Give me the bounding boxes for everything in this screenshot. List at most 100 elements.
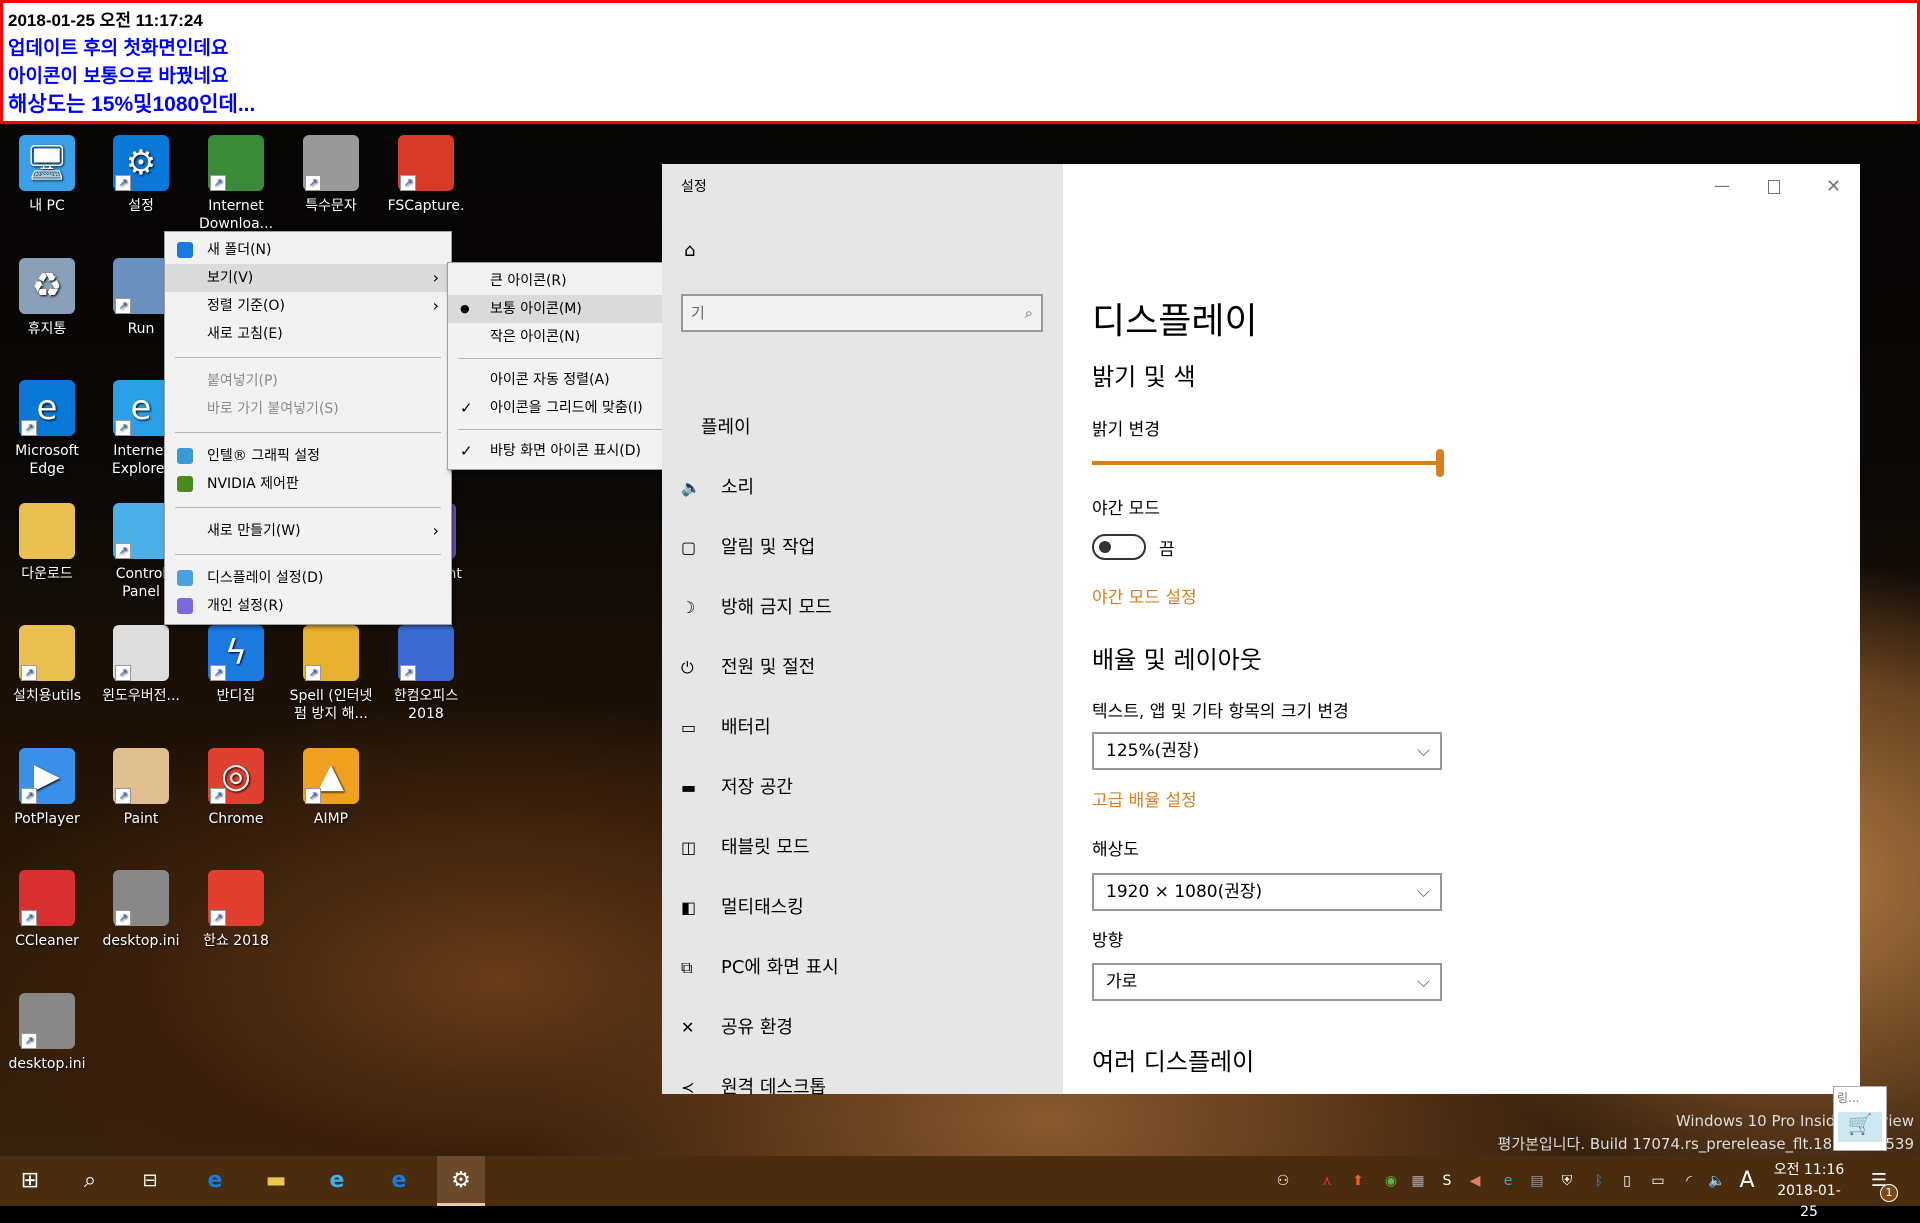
settings-nav-item[interactable]: ⧉ PC에 화면 표시: [681, 948, 839, 988]
muted-speaker-icon[interactable]: ◀: [1464, 1171, 1486, 1191]
settings-taskbar-icon[interactable]: ⚙: [437, 1156, 485, 1206]
people-icon[interactable]: ⚇: [1272, 1171, 1294, 1191]
nav-label: PC에 화면 표시: [721, 957, 839, 978]
desktop-icon[interactable]: ↗ CCleaner: [1, 870, 93, 950]
desktop-icon[interactable]: ⚙ ↗ 설정: [95, 135, 187, 215]
settings-nav-item[interactable]: ☽ 방해 금지 모드: [681, 588, 832, 628]
taskbar: ⊞ ⌕ ⊟ e ▬ e e ⚙ ⚇ ⋏ ⬆ ◉ ▦ S ◀ e ▤ ⛨ ᛒ ▯ …: [0, 1156, 1920, 1220]
file-explorer-taskbar-icon[interactable]: ▬: [252, 1156, 300, 1206]
storage-icon: ▬: [681, 778, 697, 797]
night-mode-toggle[interactable]: [1092, 534, 1146, 560]
clock-time: 오전 11:16: [1773, 1162, 1845, 1178]
desktop-icon[interactable]: ◎ ↗ Chrome: [190, 748, 282, 828]
folder-icon: ↗: [19, 625, 75, 681]
s-tray-icon[interactable]: S: [1436, 1171, 1458, 1191]
menu-item-label: 아이콘 자동 정렬(A): [490, 372, 610, 388]
desktop-icon[interactable]: ↗ Internet Downloa...: [190, 135, 282, 233]
context-menu-item[interactable]: 새 폴더(N): [165, 236, 451, 264]
context-menu-item[interactable]: 바로 가기 붙여넣기(S): [165, 395, 451, 423]
edge-taskbar-icon[interactable]: e: [375, 1156, 423, 1206]
desktop-icon[interactable]: ↗ FSCapture.: [380, 135, 472, 215]
usb-icon[interactable]: ▯: [1616, 1171, 1638, 1191]
hancom-icon: ↗: [398, 625, 454, 681]
desktop-icon[interactable]: ↗ desktop.ini: [1, 993, 93, 1073]
nav-label: 전원 및 절전: [721, 657, 816, 678]
desktop-icon[interactable]: 🖥 내 PC: [1, 135, 93, 215]
settings-nav-item[interactable]: ◫ 태블릿 모드: [681, 828, 810, 868]
desktop-icon[interactable]: ♻ 휴지통: [1, 258, 93, 338]
scale-dropdown[interactable]: 125%(권장) ⌵: [1092, 732, 1442, 770]
grid-tray-icon[interactable]: ▦: [1407, 1171, 1429, 1191]
settings-nav-item[interactable]: ▢ 알림 및 작업: [681, 528, 815, 568]
settings-search-input[interactable]: 기 ⌕: [681, 294, 1043, 332]
volume-icon[interactable]: 🔈: [1706, 1171, 1728, 1191]
context-menu-item[interactable]: 붙여넣기(P): [165, 367, 451, 395]
settings-nav-item[interactable]: ▬ 저장 공간: [681, 768, 793, 808]
context-menu-item[interactable]: 디스플레이 설정(D): [165, 564, 451, 592]
context-menu-item[interactable]: 보기(V) ›: [165, 264, 451, 292]
desktop-icon[interactable]: 다운로드: [1, 503, 93, 583]
settings-nav-item[interactable]: 🔈 소리: [681, 468, 754, 508]
settings-nav-item[interactable]: ▭플레이: [661, 408, 751, 448]
idm-tray-icon[interactable]: ◉: [1380, 1171, 1402, 1191]
context-menu-item[interactable]: 새로 고침(E): [165, 320, 451, 348]
clock[interactable]: 오전 11:16 2018-01-25: [1770, 1160, 1848, 1223]
notification-popup[interactable]: 링... 🛒: [1833, 1086, 1887, 1151]
context-menu-item[interactable]: 새로 만들기(W) ›: [165, 517, 451, 545]
desktop-icon[interactable]: ▲ ↗ AIMP: [285, 748, 377, 828]
minimize-button[interactable]: —: [1714, 176, 1730, 195]
section-heading: 배율 및 레이아웃: [1092, 646, 1262, 674]
context-menu-item[interactable]: 개인 설정(R): [165, 592, 451, 620]
banner-line: 아이콘이 보통으로 바꿨네요: [8, 66, 229, 87]
desktop-icon[interactable]: e ↗ Microsoft Edge: [1, 380, 93, 478]
settings-nav-item[interactable]: ✕ 공유 환경: [681, 1008, 793, 1048]
settings-nav-item[interactable]: ⏻ 전원 및 절전: [681, 648, 815, 688]
desktop-icon[interactable]: ↗ Spell (인터넷 펌 방지 해...: [285, 625, 377, 723]
menu-item-label: 개인 설정(R): [207, 598, 284, 614]
desktop-icon-label: 윈도우버전...: [102, 688, 180, 704]
ie-taskbar-icon[interactable]: e: [313, 1156, 361, 1206]
wifi-icon[interactable]: ◜: [1678, 1171, 1700, 1191]
desktop-icon[interactable]: ↗ Paint: [95, 748, 187, 828]
desktop-icon[interactable]: ↗ 특수문자: [285, 135, 377, 215]
multitasking-icon: ◧: [681, 898, 697, 917]
home-icon[interactable]: ⌂: [684, 240, 695, 261]
settings-nav-item[interactable]: ≺ 원격 데스크톱: [681, 1068, 826, 1108]
bluetooth-icon[interactable]: ᛒ: [1588, 1171, 1610, 1191]
edge-taskbar-icon[interactable]: e: [191, 1156, 239, 1206]
night-mode-state: 끔: [1159, 540, 1175, 560]
start-button[interactable]: ⊞: [6, 1156, 54, 1206]
ime-indicator[interactable]: A: [1736, 1170, 1758, 1192]
desktop-icon[interactable]: ↗ 한쇼 2018: [190, 870, 282, 950]
tray-app-icon[interactable]: ⋏: [1316, 1171, 1338, 1191]
personalize-icon: [177, 598, 193, 614]
desktop-icon[interactable]: ↗ 윈도우버전...: [95, 625, 187, 705]
settings-nav-item[interactable]: ▭ 배터리: [681, 708, 771, 748]
settings-nav-item[interactable]: ◧ 멀티태스킹: [681, 888, 804, 928]
desktop-icon[interactable]: ϟ ↗ 반디집: [190, 625, 282, 705]
desktop-icon[interactable]: ↗ 한컴오피스 2018: [380, 625, 472, 723]
nav-label: 플레이: [701, 417, 751, 438]
battery-icon[interactable]: ▭: [1647, 1171, 1669, 1191]
desktop-icon[interactable]: ▶ ↗ PotPlayer: [1, 748, 93, 828]
tray-window-icon[interactable]: ▤: [1526, 1171, 1548, 1191]
checkmark-icon: ✓: [460, 442, 473, 460]
resolution-dropdown[interactable]: 1920 × 1080(권장) ⌵: [1092, 873, 1442, 911]
security-warning-icon[interactable]: ⛨: [1556, 1171, 1578, 1191]
desktop-icon[interactable]: ↗ 설치용utils: [1, 625, 93, 705]
context-menu-item[interactable]: NVIDIA 제어판: [165, 470, 451, 498]
orientation-dropdown[interactable]: 가로 ⌵: [1092, 963, 1442, 1001]
context-menu-item[interactable]: 정렬 기준(O) ›: [165, 292, 451, 320]
upload-icon[interactable]: ⬆: [1347, 1171, 1369, 1191]
context-menu-item[interactable]: 인텔® 그래픽 설정: [165, 442, 451, 470]
brightness-slider-thumb[interactable]: [1436, 449, 1444, 477]
brightness-slider[interactable]: [1092, 449, 1444, 477]
advanced-scaling-link[interactable]: 고급 배율 설정: [1092, 786, 1197, 811]
maximize-button[interactable]: [1768, 180, 1780, 194]
close-button[interactable]: ✕: [1826, 176, 1841, 197]
desktop-icon[interactable]: ↗ desktop.ini: [95, 870, 187, 950]
night-mode-settings-link[interactable]: 야간 모드 설정: [1092, 583, 1197, 608]
eset-icon[interactable]: e: [1497, 1171, 1519, 1191]
task-view-button[interactable]: ⊟: [126, 1156, 174, 1206]
search-button[interactable]: ⌕: [66, 1156, 114, 1206]
